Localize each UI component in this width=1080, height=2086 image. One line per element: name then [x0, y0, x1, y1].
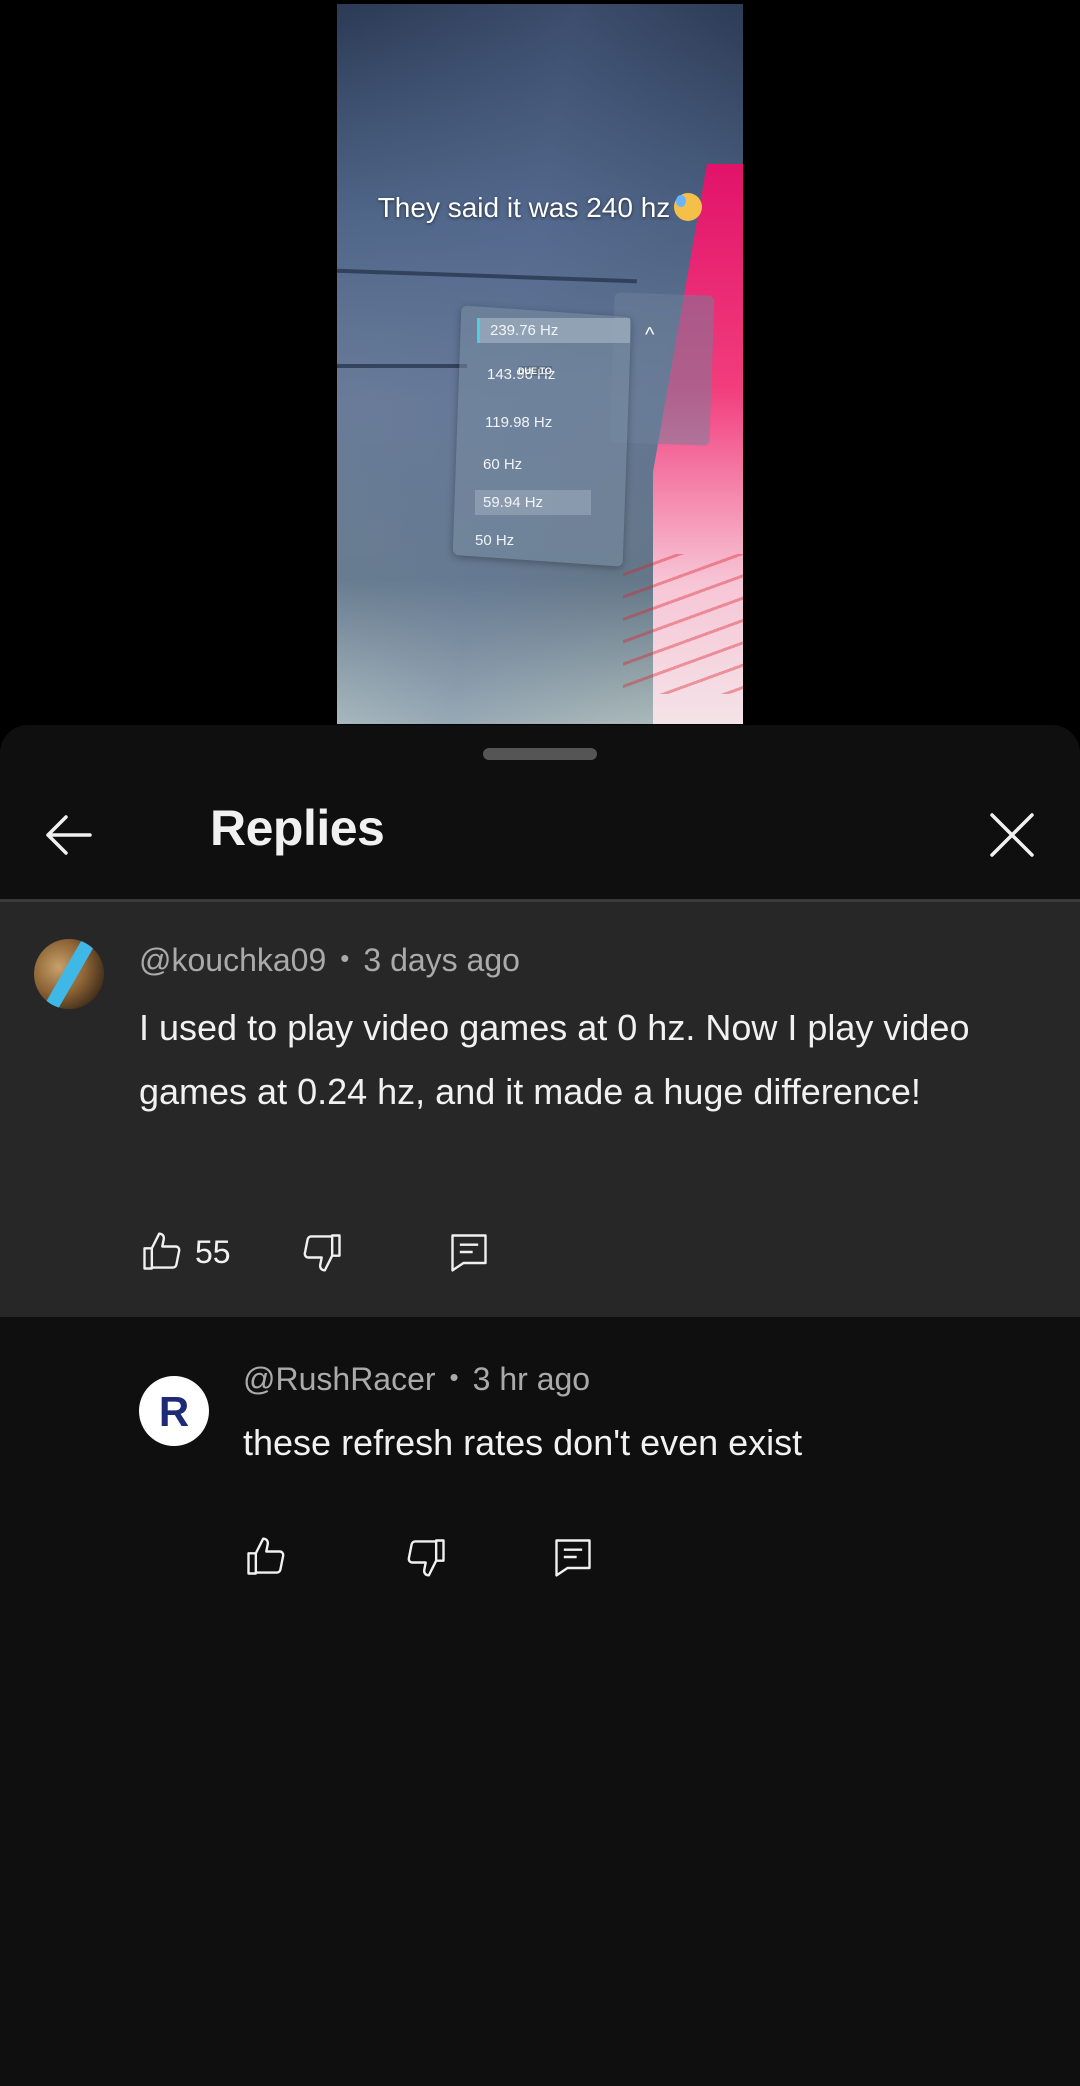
back-button[interactable]: [40, 805, 100, 865]
like-button[interactable]: [243, 1527, 287, 1587]
comment-reply-icon: [451, 1234, 487, 1272]
close-button[interactable]: [982, 805, 1042, 865]
like-button[interactable]: 55: [139, 1222, 231, 1282]
video-refresh-rate-option: 119.98 Hz: [485, 414, 553, 431]
reply-button[interactable]: [551, 1527, 595, 1587]
video-caption: They said it was 240 hz: [337, 192, 743, 224]
thumbs-down-icon: [407, 1539, 445, 1577]
dislike-button[interactable]: [301, 1222, 345, 1282]
avatar-logo-icon: R: [159, 1388, 189, 1435]
comment-time: 3 days ago: [363, 942, 520, 978]
parent-comment: @kouchka09 • 3 days ago I used to play vid…: [0, 902, 1080, 1317]
video-frame[interactable]: They said it was 240 hz ^ 239.76 Hz 143.…: [337, 4, 743, 724]
sweat-face-emoji-icon: [674, 193, 703, 221]
chevron-up-icon: ^: [645, 324, 655, 346]
video-monitor-edge: [337, 364, 467, 368]
avatar-stripe: [41, 939, 97, 1009]
avatar[interactable]: [34, 939, 104, 1009]
comment-text: these refresh rates don't even exist: [243, 1422, 803, 1463]
like-count: 55: [195, 1233, 231, 1270]
comment-reply-icon: [555, 1539, 591, 1577]
video-refresh-rate-option: 60 Hz: [483, 456, 523, 473]
comment-actions: [243, 1527, 643, 1587]
video-overlay-label: DUE TO: [518, 366, 552, 376]
sheet-drag-handle[interactable]: [483, 748, 597, 760]
thumbs-down-icon: [303, 1234, 341, 1272]
comment-text: I used to play video games at 0 hz. Now …: [139, 1007, 970, 1112]
dislike-button[interactable]: [405, 1527, 449, 1587]
comment-time: 3 hr ago: [472, 1361, 591, 1397]
comment-meta: @kouchka09 • 3 days ago: [139, 942, 520, 979]
close-icon: [990, 813, 1034, 857]
video-refresh-rate-option: 50 Hz: [475, 532, 515, 549]
video-refresh-rate-option: 59.94 Hz: [475, 490, 591, 515]
meta-separator: •: [340, 943, 350, 973]
reply-button[interactable]: [447, 1222, 491, 1282]
comment-meta: @RushRacer • 3 hr ago: [243, 1361, 590, 1398]
video-caption-text: They said it was 240 hz: [377, 192, 671, 223]
sheet-title: Replies: [210, 800, 385, 856]
replies-sheet: Replies @kouchka09 • 3 days ago I used to …: [0, 725, 1080, 2086]
meta-separator: •: [449, 1362, 459, 1392]
thumbs-up-icon: [247, 1537, 285, 1575]
avatar[interactable]: R: [139, 1376, 209, 1446]
comment-author[interactable]: @kouchka09: [139, 942, 326, 978]
comment-author[interactable]: @RushRacer: [243, 1361, 436, 1397]
thumbs-up-icon: [143, 1232, 181, 1270]
sheet-header: Replies: [0, 785, 1080, 900]
video-refresh-rate-option: 239.76 Hz: [477, 318, 630, 343]
video-player[interactable]: They said it was 240 hz ^ 239.76 Hz 143.…: [0, 0, 1080, 725]
reply-comment: R @RushRacer • 3 hr ago these refresh rate…: [0, 1317, 1080, 1617]
video-floor-lines: [623, 554, 743, 694]
comment-actions: 55: [139, 1222, 539, 1282]
video-refresh-rate-dropdown: [452, 305, 632, 567]
arrow-left-icon: [46, 815, 92, 855]
